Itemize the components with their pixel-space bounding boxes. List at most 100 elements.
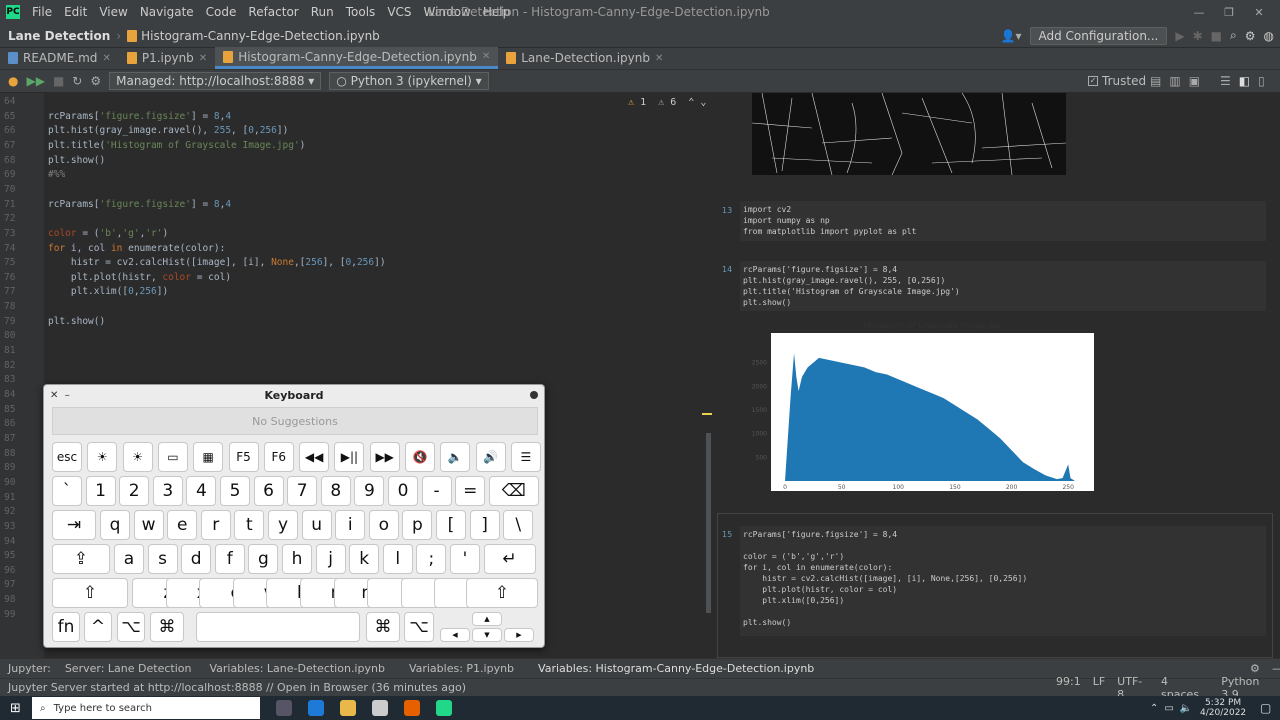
taskbar-search[interactable]: ⌕ Type here to search	[32, 697, 260, 719]
tab-lane-detection[interactable]: Lane-Detection.ipynb ✕	[498, 47, 671, 69]
key-⇧[interactable]: ⇧	[52, 578, 128, 608]
fn-row-key[interactable]: ◀◀	[299, 442, 330, 472]
modifier-key[interactable]: ⌥	[117, 612, 145, 642]
code-cell[interactable]: rcParams['figure.figsize'] = 8,4 plt.his…	[740, 261, 1266, 311]
key-[[interactable]: [	[436, 510, 466, 540]
keyboard-titlebar[interactable]: ✕ – Keyboard	[44, 385, 544, 405]
key-6[interactable]: 6	[253, 476, 284, 506]
fn-row-key[interactable]: 🔊	[475, 442, 506, 472]
server-select[interactable]: Managed: http://localhost:8888 ▾	[109, 72, 322, 90]
run-icon[interactable]: ▶	[1175, 29, 1184, 43]
key-g[interactable]: g	[248, 544, 279, 574]
code-cell[interactable]: import cv2 import numpy as np from matpl…	[740, 201, 1266, 241]
clock[interactable]: 5:32 PM 4/20/2022	[1200, 698, 1246, 718]
key-y[interactable]: y	[268, 510, 298, 540]
key-3[interactable]: 3	[152, 476, 183, 506]
key-d[interactable]: d	[181, 544, 212, 574]
key-o[interactable]: o	[368, 510, 399, 540]
fn-row-key[interactable]: 🔇	[405, 442, 435, 472]
key-p[interactable]: p	[402, 510, 433, 540]
pycharm-taskbar-icon[interactable]	[436, 700, 452, 716]
firefox-icon[interactable]	[404, 700, 420, 716]
fn-row-key[interactable]: ☀	[122, 442, 153, 472]
arrow-key[interactable]: ▼	[472, 628, 502, 642]
key-5[interactable]: 5	[220, 476, 250, 506]
key-h[interactable]: h	[282, 544, 312, 574]
key-r[interactable]: r	[200, 510, 231, 540]
fn-row-key[interactable]: F6	[263, 442, 294, 472]
trusted-toggle[interactable]: ✓ Trusted	[1088, 74, 1146, 88]
tab-variables-histogram[interactable]: Variables: Histogram-Canny-Edge-Detectio…	[538, 662, 814, 675]
edge-browser-icon[interactable]	[308, 700, 324, 716]
menu-file[interactable]: File	[32, 5, 52, 19]
fn-row-key[interactable]: ▶||	[334, 442, 365, 472]
windows-start-icon[interactable]: ⊞	[10, 701, 21, 716]
minimize-panel-icon[interactable]: —	[1272, 662, 1280, 675]
key-l[interactable]: l	[382, 544, 413, 574]
menu-code[interactable]: Code	[206, 5, 237, 19]
tab-variables-lane[interactable]: Variables: Lane-Detection.ipynb	[209, 662, 384, 675]
arrow-key[interactable]: ▶	[504, 628, 534, 642]
task-view-icon[interactable]	[276, 700, 292, 716]
user-icon[interactable]: 👤▾	[1001, 29, 1022, 43]
layout-split-icon[interactable]: ◧	[1239, 74, 1250, 88]
code-line[interactable]: plt.title('Histogram of Grayscale Image.…	[48, 140, 305, 151]
breadcrumb-file[interactable]: Histogram-Canny-Edge-Detection.ipynb	[141, 29, 380, 43]
fn-row-key[interactable]: esc	[52, 442, 82, 472]
server-log-icon[interactable]: ⚙	[90, 74, 101, 88]
kernel-select[interactable]: ○ Python 3 (ipykernel) ▾	[329, 72, 489, 90]
search-icon[interactable]: ⌕	[1230, 28, 1237, 43]
key-7[interactable]: 7	[287, 476, 318, 506]
add-configuration-button[interactable]: Add Configuration...	[1029, 26, 1168, 45]
code-line[interactable]: rcParams['figure.figsize'] = 8,4	[48, 199, 231, 210]
code-line[interactable]: plt.show()	[48, 155, 105, 166]
interrupt-icon[interactable]: ■	[53, 74, 64, 88]
key-1[interactable]: 1	[85, 476, 116, 506]
arrow-key[interactable]: ▲	[472, 612, 502, 626]
key-w[interactable]: w	[133, 510, 164, 540]
tab-readme[interactable]: README.md ✕	[0, 47, 119, 69]
menu-navigate[interactable]: Navigate	[140, 5, 194, 19]
menu-vcs[interactable]: VCS	[387, 5, 411, 19]
key-][interactable]: ]	[469, 510, 500, 540]
notebook-preview[interactable]: 13 import cv2 import numpy as np from ma…	[714, 93, 1280, 658]
fn-row-key[interactable]: F5	[228, 442, 259, 472]
code-line[interactable]: for i, col in enumerate(color):	[48, 243, 225, 254]
stop-icon[interactable]: ■	[1211, 29, 1222, 43]
key-0[interactable]: `	[52, 476, 82, 506]
key-i[interactable]: i	[335, 510, 366, 540]
jetbrains-icon[interactable]: ◍	[1264, 29, 1274, 43]
layout-list-icon[interactable]: ☰	[1220, 74, 1231, 88]
close-tab-icon[interactable]: ✕	[482, 51, 490, 62]
menu-run[interactable]: Run	[311, 5, 334, 19]
minimize-icon[interactable]: —	[1184, 6, 1214, 19]
key-⇪[interactable]: ⇪	[52, 544, 110, 574]
modifier-key[interactable]: ⌘	[366, 612, 400, 642]
key-'[interactable]: '	[450, 544, 480, 574]
key-q[interactable]: q	[100, 510, 130, 540]
menu-tools[interactable]: Tools	[346, 5, 376, 19]
status-message[interactable]: Jupyter Server started at http://localho…	[8, 681, 466, 694]
key-e[interactable]: e	[167, 510, 198, 540]
code-line[interactable]: plt.show()	[48, 316, 105, 327]
restart-icon[interactable]: ↻	[72, 74, 82, 88]
modifier-key[interactable]: ^	[84, 612, 112, 642]
space-key[interactable]	[196, 612, 360, 642]
key-⇥[interactable]: ⇥	[52, 510, 96, 540]
gear-icon[interactable]: ⚙	[1250, 662, 1260, 675]
menu-edit[interactable]: Edit	[64, 5, 87, 19]
tab-histogram[interactable]: Histogram-Canny-Edge-Detection.ipynb ✕	[215, 47, 499, 69]
key-2[interactable]: 2	[119, 476, 150, 506]
code-line[interactable]: rcParams['figure.figsize'] = 8,4	[48, 111, 231, 122]
key-13[interactable]: ⌫	[488, 476, 539, 506]
preview-only-icon[interactable]: ▣	[1189, 74, 1200, 88]
code-line[interactable]: plt.plot(histr, color = col)	[48, 272, 231, 283]
key-f[interactable]: f	[214, 544, 245, 574]
tray-chevron-icon[interactable]: ⌃	[1150, 703, 1158, 714]
fn-row-key[interactable]: ▦	[193, 442, 224, 472]
key-t[interactable]: t	[234, 510, 265, 540]
notification-icon[interactable]: ▢	[1260, 701, 1271, 715]
editor-only-icon[interactable]: ▤	[1150, 74, 1161, 88]
restore-icon[interactable]: ❐	[1214, 6, 1244, 19]
key-9[interactable]: 9	[354, 476, 385, 506]
